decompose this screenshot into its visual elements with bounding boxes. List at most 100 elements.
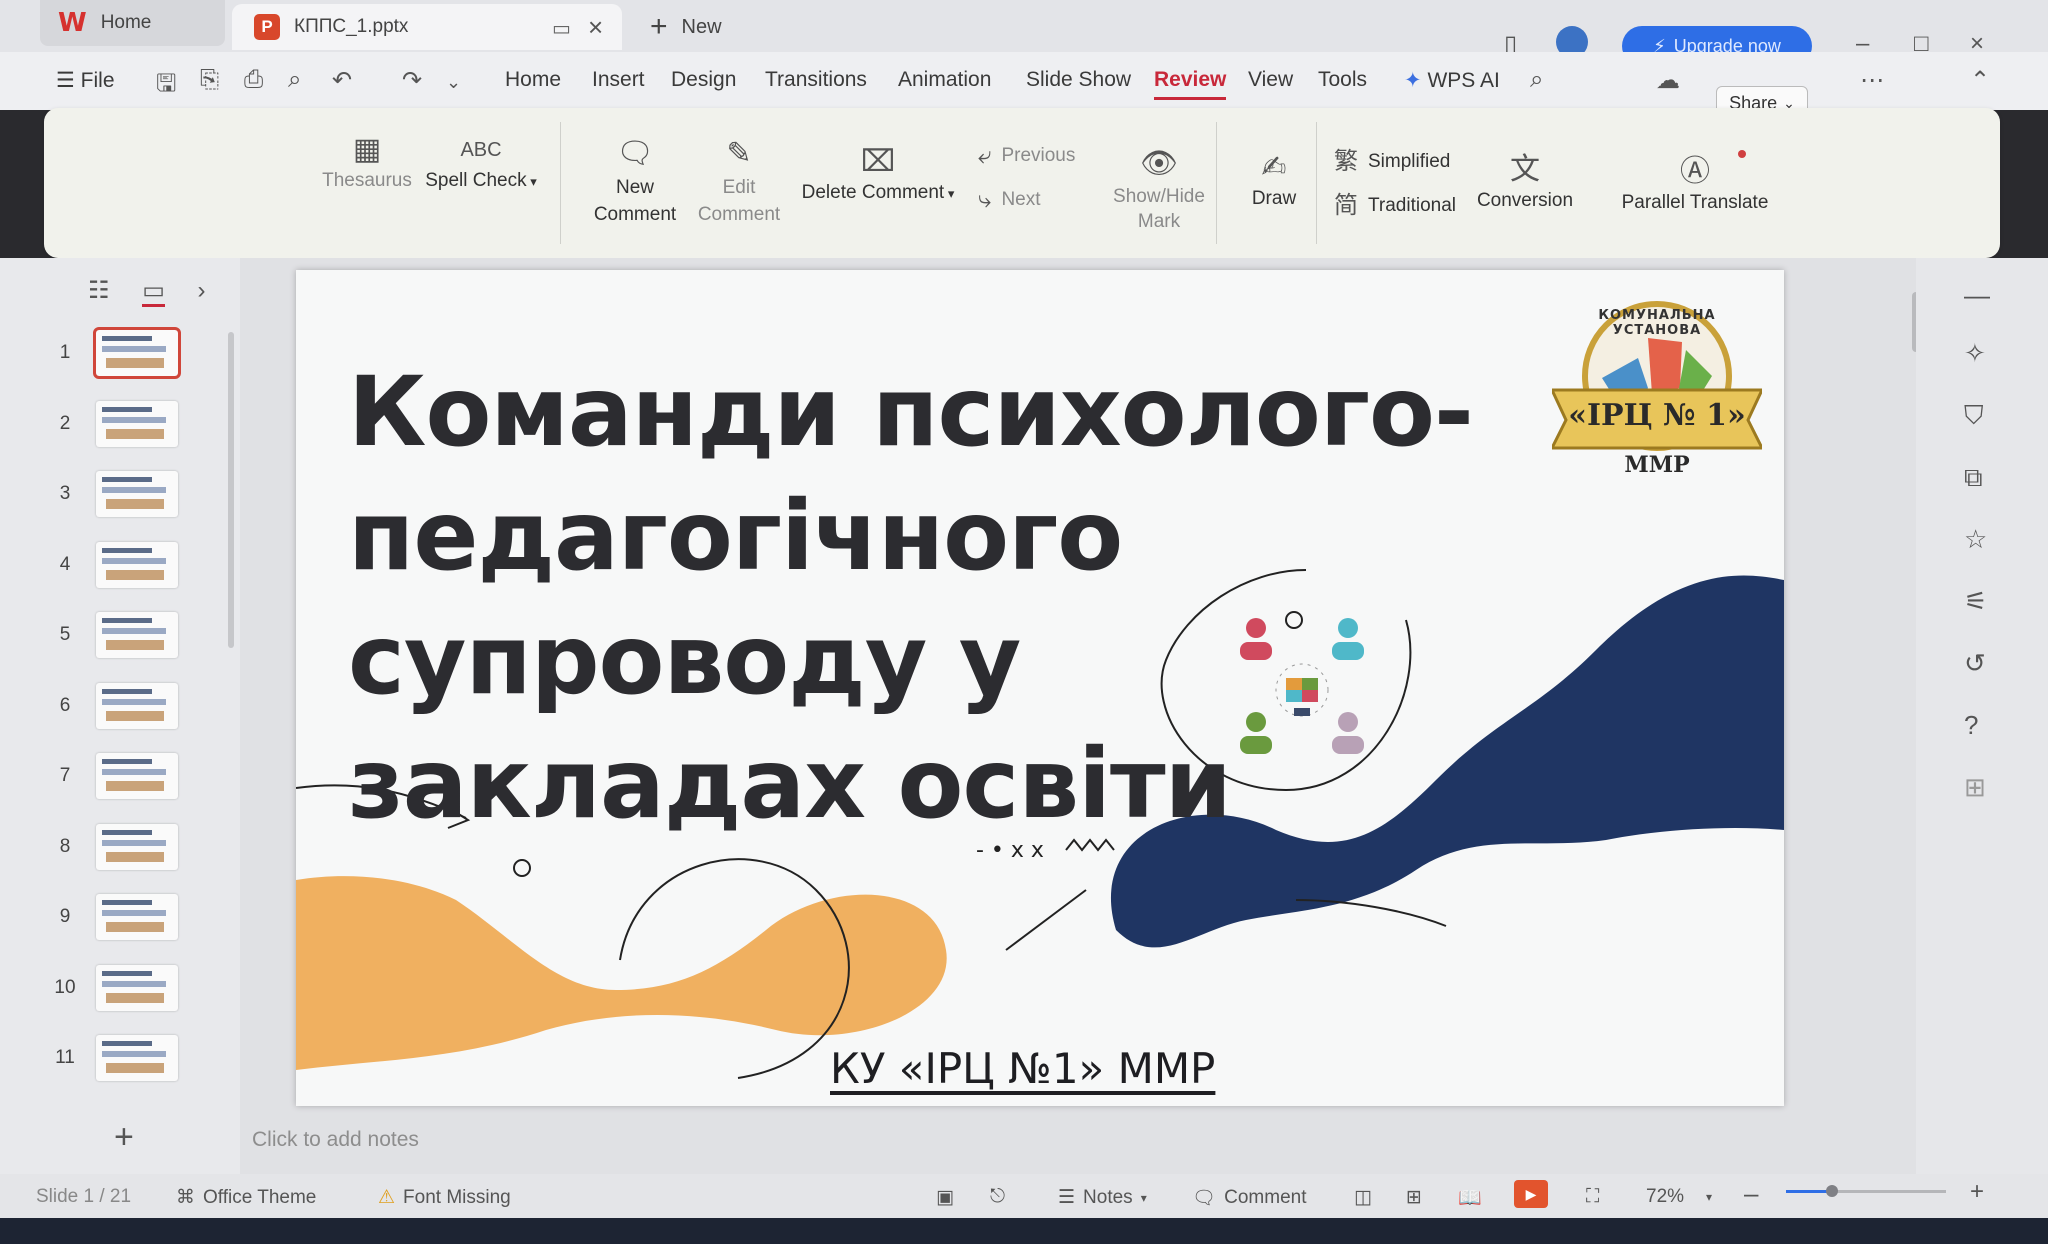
show-hide-mark-button[interactable]: 👁 Show/Hide Mark <box>1096 144 1222 234</box>
menu-slide-show[interactable]: Slide Show <box>1026 68 1131 92</box>
zoom-in-button[interactable]: + <box>1970 1178 1984 1206</box>
slide-thumbnail-row[interactable]: 1 <box>0 324 200 384</box>
slide-thumbnail-row[interactable]: 8 <box>0 818 200 878</box>
slide-thumbnail-row[interactable]: 11 <box>0 1029 200 1089</box>
slide-footer[interactable]: КУ «ІРЦ №1» ММР <box>830 1044 1215 1093</box>
magic-icon[interactable]: ✧ <box>1964 338 1986 369</box>
print-preview-icon[interactable]: ⌕ <box>288 66 301 94</box>
reading-view-icon[interactable]: 📖 <box>1458 1186 1482 1210</box>
slide-thumbnail[interactable] <box>96 753 178 799</box>
notes-toggle[interactable]: ☰ Notes ▾ <box>1058 1186 1147 1209</box>
notes-placeholder[interactable]: Click to add notes <box>252 1128 419 1152</box>
slide-thumbnail[interactable] <box>96 894 178 940</box>
present-to-icon[interactable]: ⎋ <box>990 1186 1005 1208</box>
menu-insert[interactable]: Insert <box>592 68 645 92</box>
menu-review[interactable]: Review <box>1154 68 1227 100</box>
new-comment-button[interactable]: 🗨 New Comment <box>580 134 690 228</box>
delete-comment-button[interactable]: ⌧ Delete Comment ▾ <box>788 142 968 204</box>
fit-window-icon[interactable]: ⛶ <box>1586 1186 1599 1208</box>
slide-thumbnail-row[interactable]: 2 <box>0 395 200 455</box>
traditional-button[interactable]: 简 Traditional <box>1334 194 1456 218</box>
thumbnail-scrollbar[interactable] <box>228 332 234 648</box>
collapse-ribbon-icon[interactable]: ⌃ <box>1970 66 1990 95</box>
history-icon[interactable]: ↺ <box>1964 648 1986 679</box>
edit-comment-label-2: Comment <box>697 204 781 225</box>
conversion-button[interactable]: 文 Conversion <box>1468 150 1582 212</box>
thesaurus-button[interactable]: ▦ Thesaurus <box>312 130 422 192</box>
previous-comment-button[interactable]: ⤶ Previous <box>978 144 1075 168</box>
zoom-slider[interactable] <box>1786 1185 1946 1197</box>
spell-check-button[interactable]: ABC Spell Check ▾ <box>416 130 546 192</box>
add-slide-button[interactable]: + <box>114 1118 134 1157</box>
slide-thumbnail[interactable] <box>96 823 178 870</box>
tab-home[interactable]: W Home <box>40 0 225 46</box>
slides-view-icon[interactable]: ▭ <box>142 277 165 307</box>
slide-thumbnail-row[interactable]: 10 <box>0 959 200 1019</box>
protect-icon[interactable]: ▣ <box>936 1186 954 1209</box>
chevron-right-icon[interactable]: › <box>198 277 206 304</box>
wps-ai-button[interactable]: ✦ WPS AI <box>1404 68 1500 93</box>
slide-thumbnail-row[interactable]: 6 <box>0 677 200 737</box>
zoom-out-button[interactable]: – <box>1744 1178 1758 1209</box>
undo-icon[interactable]: ↶ <box>332 66 352 95</box>
grid-icon[interactable]: ⊞ <box>1964 772 1986 803</box>
thumbnail-content <box>102 698 166 705</box>
file-menu[interactable]: ☰ File <box>56 68 115 93</box>
print-icon[interactable]: ⎙ <box>244 66 263 94</box>
close-icon[interactable]: × <box>588 12 603 43</box>
outline-view-icon[interactable]: ☷ <box>88 277 110 304</box>
zoom-level[interactable]: 72% ▾ <box>1646 1186 1712 1208</box>
slide-title[interactable]: Команди психолого- педагогічного супрово… <box>348 350 1498 846</box>
sorter-view-icon[interactable]: ⊞ <box>1406 1186 1422 1209</box>
save-icon[interactable]: 🖫 <box>156 66 176 107</box>
redo-icon[interactable]: ↷ <box>402 66 422 95</box>
theme-indicator[interactable]: ⌘ Office Theme <box>176 1186 316 1209</box>
cloud-sync-icon[interactable]: ☁ <box>1656 66 1680 95</box>
star-icon[interactable]: ☆ <box>1964 524 1987 555</box>
menu-design[interactable]: Design <box>671 68 736 92</box>
slide-thumbnail[interactable] <box>96 612 178 658</box>
menu-home[interactable]: Home <box>505 68 561 92</box>
slide-thumbnail[interactable] <box>96 682 178 729</box>
slide-1[interactable]: Команди психолого- педагогічного супрово… <box>296 270 1784 1106</box>
menu-transitions[interactable]: Transitions <box>765 68 867 92</box>
slide-thumbnail-row[interactable]: 7 <box>0 747 200 807</box>
slide-thumbnail[interactable] <box>96 471 178 517</box>
slide-thumbnail[interactable] <box>93 327 181 379</box>
monitor-icon[interactable]: ▭ <box>552 16 571 41</box>
shirt-icon[interactable]: ⛉ <box>1964 400 1984 432</box>
minus-icon[interactable]: — <box>1964 280 1990 311</box>
draw-button[interactable]: ✍ Draw <box>1234 148 1314 210</box>
help-icon[interactable]: ? <box>1964 710 1978 741</box>
edit-comment-button[interactable]: ✎ Edit Comment <box>684 134 794 228</box>
new-tab-button[interactable]: + New <box>650 10 722 44</box>
play-slideshow-button[interactable]: ▶ <box>1514 1180 1548 1208</box>
slide-thumbnail[interactable] <box>96 1035 178 1081</box>
parallel-translate-button[interactable]: Ⓐ Parallel Translate <box>1600 152 1790 214</box>
menu-view[interactable]: View <box>1248 68 1293 92</box>
comment-toggle[interactable]: 🗨 Comment <box>1192 1186 1306 1210</box>
font-missing-indicator[interactable]: ⚠ Font Missing <box>378 1186 511 1209</box>
menu-tools[interactable]: Tools <box>1318 68 1367 92</box>
slide-thumbnail-row[interactable]: 5 <box>0 606 200 666</box>
chevron-down-icon[interactable]: ⌄ <box>446 72 461 93</box>
traditional-label: Traditional <box>1368 195 1457 216</box>
transform-icon[interactable]: ⧉ <box>1964 462 1983 494</box>
export-icon[interactable]: ⎘ <box>200 66 219 94</box>
simplified-button[interactable]: 繁 Simplified <box>1334 150 1450 174</box>
tab-document[interactable]: P КППС_1.pptx ▭ × <box>232 4 622 50</box>
normal-view-icon[interactable]: ◫ <box>1354 1186 1372 1209</box>
sliders-icon[interactable]: ⚟ <box>1964 586 1987 617</box>
search-icon[interactable]: ⌕ <box>1530 66 1543 94</box>
slide-thumbnail[interactable] <box>96 541 178 588</box>
simplified-label: Simplified <box>1368 151 1451 172</box>
next-comment-button[interactable]: ⤷ Next <box>978 188 1041 212</box>
more-icon[interactable]: ⋯ <box>1860 66 1884 95</box>
plus-icon: + <box>650 10 668 43</box>
slide-thumbnail[interactable] <box>96 400 178 447</box>
menu-animation[interactable]: Animation <box>898 68 991 92</box>
slide-thumbnail-row[interactable]: 3 <box>0 465 200 525</box>
slide-thumbnail[interactable] <box>96 964 178 1011</box>
slide-thumbnail-row[interactable]: 4 <box>0 536 200 596</box>
slide-thumbnail-row[interactable]: 9 <box>0 888 200 948</box>
